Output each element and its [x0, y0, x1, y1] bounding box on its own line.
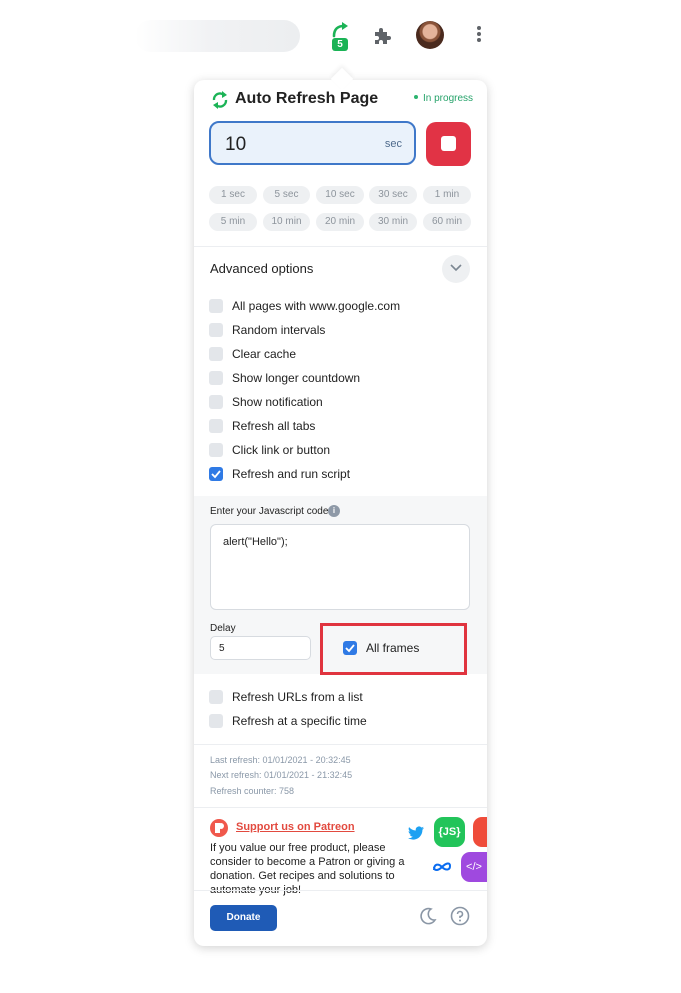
option-label: Refresh and run script [232, 467, 351, 481]
refresh-logo-icon [212, 91, 228, 109]
stop-icon [441, 136, 456, 151]
next-refresh: Next refresh: 01/01/2021 - 21:32:45 [210, 770, 353, 780]
info-icon[interactable]: i [328, 505, 340, 517]
preset-button[interactable]: 1 min [423, 186, 471, 204]
status-indicator: In progress [414, 93, 473, 104]
twitter-icon[interactable] [408, 826, 424, 840]
divider [194, 744, 487, 745]
option-label: Refresh URLs from a list [232, 690, 363, 704]
fire-app-icon[interactable] [473, 817, 487, 847]
extensions-puzzle-icon[interactable] [370, 24, 394, 48]
preset-button[interactable]: 5 sec [263, 186, 310, 204]
option-label: Clear cache [232, 347, 297, 361]
js-code-textarea[interactable]: alert("Hello"); [210, 524, 470, 610]
stop-button[interactable] [426, 122, 471, 166]
checkbox[interactable] [209, 323, 223, 337]
option-label: Show longer countdown [232, 371, 361, 385]
popup-title: Auto Refresh Page [235, 90, 379, 107]
option-label: All pages with www.google.com [232, 299, 401, 313]
checkbox[interactable] [209, 299, 223, 313]
js-code-label: Enter your Javascript code [210, 506, 329, 517]
browser-menu-icon[interactable] [472, 24, 486, 48]
option-label: Show notification [232, 395, 323, 409]
checkbox-checked[interactable] [343, 641, 357, 655]
chevron-down-icon [450, 264, 462, 272]
preset-button[interactable]: 20 min [316, 213, 364, 231]
checkbox[interactable] [209, 443, 223, 457]
divider [194, 807, 487, 808]
preset-button[interactable]: 10 sec [316, 186, 364, 204]
profile-avatar[interactable] [416, 21, 444, 49]
checkbox[interactable] [209, 347, 223, 361]
patreon-text: If you value our free product, please co… [210, 842, 405, 896]
address-bar[interactable] [135, 20, 300, 52]
patreon-link[interactable]: Support us on Patreon [236, 821, 355, 833]
refresh-counter: Refresh counter: 758 [210, 786, 295, 796]
delay-input[interactable] [210, 636, 311, 660]
delay-label: Delay [210, 623, 236, 634]
divider [194, 890, 487, 891]
interval-unit: sec [384, 138, 402, 150]
js-tool-icon[interactable]: {JS} [434, 817, 465, 847]
interval-value[interactable]: 10 [225, 134, 246, 156]
checkbox[interactable] [209, 395, 223, 409]
checkbox[interactable] [209, 371, 223, 385]
checkmark-icon [211, 470, 221, 479]
preset-button[interactable]: 30 sec [369, 186, 417, 204]
checkbox[interactable] [209, 690, 223, 704]
dark-mode-moon-icon[interactable] [418, 906, 438, 926]
preset-button[interactable]: 10 min [263, 213, 310, 231]
auto-refresh-extension-button[interactable]: 5 [328, 22, 352, 52]
preset-button[interactable]: 60 min [423, 213, 471, 231]
checkmark-icon [345, 644, 355, 653]
checkbox[interactable] [209, 419, 223, 433]
last-refresh: Last refresh: 01/01/2021 - 20:32:45 [210, 755, 351, 765]
preset-button[interactable]: 5 min [209, 213, 257, 231]
option-label: Click link or button [232, 443, 331, 457]
divider [194, 246, 487, 247]
patreon-icon [210, 819, 228, 837]
option-label: All frames [366, 641, 420, 655]
checkbox[interactable] [209, 714, 223, 728]
preset-button[interactable]: 1 sec [209, 186, 257, 204]
preset-button[interactable]: 30 min [369, 213, 417, 231]
advanced-options-title: Advanced options [210, 261, 314, 276]
option-label: Refresh at a specific time [232, 714, 367, 728]
option-label: Refresh all tabs [232, 419, 316, 433]
extension-badge: 5 [332, 38, 348, 51]
meta-icon[interactable] [432, 860, 452, 874]
donate-button[interactable]: Donate [210, 905, 277, 931]
interval-input[interactable]: 10 sec [209, 121, 416, 165]
option-label: Random intervals [232, 323, 326, 337]
code-tool-icon[interactable]: </> [461, 852, 487, 882]
checkbox-checked[interactable] [209, 467, 223, 481]
advanced-toggle-button[interactable] [442, 255, 470, 283]
help-icon[interactable] [450, 906, 470, 926]
